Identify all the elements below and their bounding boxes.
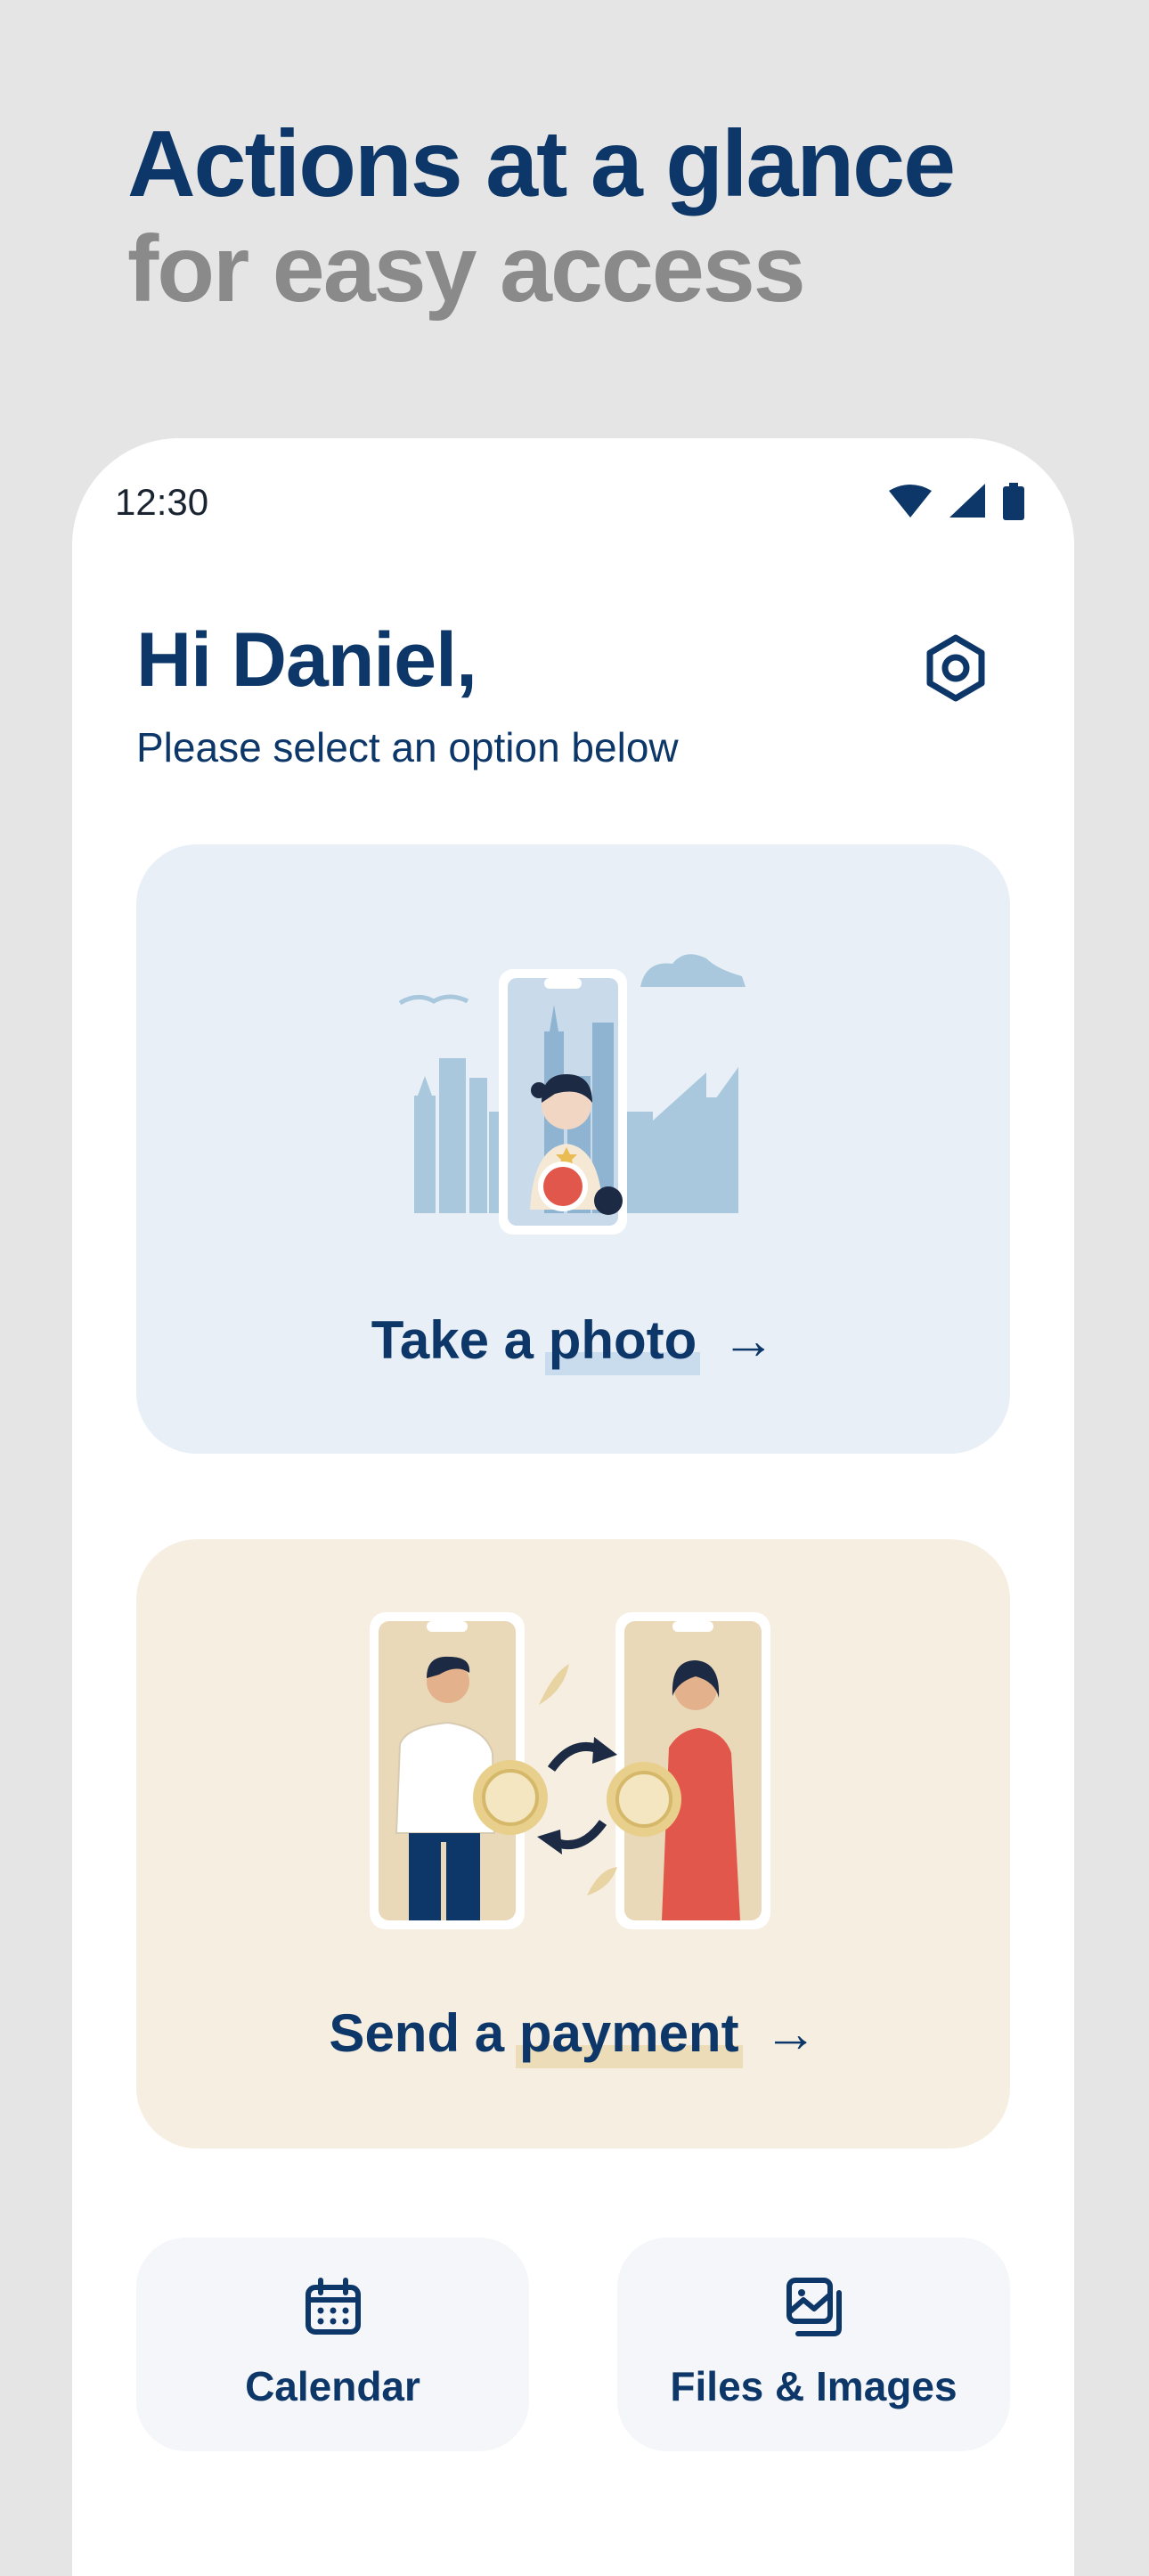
take-photo-label: Take a photo → (136, 1309, 1010, 1371)
payment-illustration (370, 1612, 770, 1929)
send-payment-card[interactable]: Send a payment → (136, 1539, 1010, 2148)
marketing-headline: Actions at a glance for easy access (127, 111, 956, 322)
status-icons (889, 483, 1024, 520)
send-payment-label: Send a payment → (136, 2002, 1010, 2064)
take-photo-card[interactable]: Take a photo → (136, 844, 1010, 1454)
calendar-tile[interactable]: Calendar (136, 2238, 529, 2451)
send-payment-label-highlight: payment (518, 2003, 739, 2063)
greeting-subtitle: Please select an option below (136, 724, 679, 770)
take-photo-label-highlight: photo (548, 1310, 697, 1370)
battery-icon (1003, 483, 1024, 520)
status-time: 12:30 (115, 481, 209, 523)
calendar-label: Calendar (245, 2363, 420, 2409)
images-icon (786, 2278, 842, 2336)
files-images-label: Files & Images (670, 2363, 958, 2409)
settings-gear-icon[interactable] (922, 634, 990, 702)
take-photo-label-prefix: Take a (371, 1310, 549, 1370)
arrow-right-icon: → (721, 1310, 776, 1370)
calendar-icon (305, 2278, 361, 2335)
send-payment-label-prefix: Send a (329, 2003, 519, 2063)
greeting-title: Hi Daniel, (136, 617, 477, 703)
arrow-right-icon: → (763, 2003, 818, 2063)
phone-screen: 12:30 Hi Daniel, Please select an option… (72, 438, 1074, 2576)
wifi-icon (889, 485, 932, 518)
files-images-tile[interactable]: Files & Images (617, 2238, 1010, 2451)
headline-line-1: Actions at a glance (127, 111, 956, 216)
headline-line-2: for easy access (127, 216, 806, 322)
photo-illustration (398, 954, 746, 1235)
signal-icon (949, 484, 985, 518)
